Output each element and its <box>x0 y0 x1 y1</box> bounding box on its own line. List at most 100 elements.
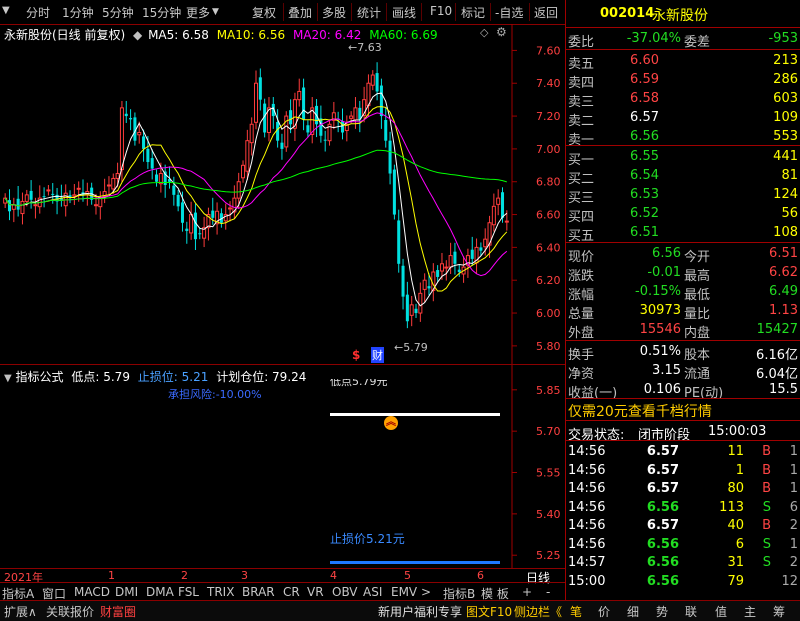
promo-row[interactable]: 仅需20元查看千档行情 <box>566 400 800 420</box>
divider <box>566 242 800 243</box>
tab-15min[interactable]: 15分钟 <box>142 4 181 21</box>
candle-body <box>401 265 405 297</box>
bid-price: 6.55 <box>630 149 659 164</box>
more-dropdown-icon[interactable]: ▼ <box>212 7 219 17</box>
overlay-button[interactable]: 叠加 <box>288 4 312 21</box>
tab-dma[interactable]: DMA <box>146 585 174 599</box>
candle-body <box>405 294 409 322</box>
indicator-tick-label: 5.70 <box>536 425 561 438</box>
candle-body <box>124 113 128 117</box>
remove-watchlist-button[interactable]: -自选 <box>495 4 523 21</box>
tick-price: 6.57 <box>646 462 679 478</box>
f10-link[interactable]: 图文F10 <box>466 603 512 620</box>
tab-xi[interactable]: 细 <box>627 603 639 620</box>
tab-shi[interactable]: 势 <box>656 603 668 620</box>
tab-zhu[interactable]: 主 <box>744 603 756 620</box>
candle-body <box>98 197 103 208</box>
tab-cr[interactable]: CR <box>283 585 300 599</box>
tab-zhi[interactable]: 值 <box>715 603 727 620</box>
tab-lian[interactable]: 联 <box>685 603 697 620</box>
tick-row[interactable]: 14:56 6.57 80 B 1 <box>566 479 800 499</box>
tab-obv[interactable]: OBV <box>332 585 358 599</box>
tab-5min[interactable]: 5分钟 <box>102 4 134 21</box>
diamond-icon[interactable]: ◇ <box>480 26 488 39</box>
stat-row: 总量 30973 量比 1.13 <box>566 301 800 322</box>
tab-emv[interactable]: EMV <box>391 585 417 599</box>
tab-chou[interactable]: 筹 <box>773 603 785 620</box>
restore-rights-button[interactable]: 复权 <box>252 4 276 21</box>
ask-row[interactable]: 卖四 6.59 286 <box>566 70 800 91</box>
price-tick-label: 6.40 <box>536 241 561 254</box>
tab-bi[interactable]: 笔 <box>570 603 582 620</box>
ask-row[interactable]: 卖五 6.60 213 <box>566 51 800 72</box>
depth-promo[interactable]: 仅需20元查看千档行情 <box>568 401 712 421</box>
tick-row[interactable]: 15:00 6.56 79 12 <box>566 572 800 592</box>
tick-time: 14:56 <box>568 444 606 459</box>
stat-value: 6.49 <box>769 284 798 299</box>
kline-chart[interactable]: 7.60 7.40 7.20 7.00 6.80 6.60 6.40 6.20 6.00 5.80… <box>0 24 565 364</box>
tab-vr[interactable]: VR <box>307 585 324 599</box>
wealth-circle-button[interactable]: 财富圈 <box>100 603 136 620</box>
tick-time: 14:56 <box>568 518 606 533</box>
ask-row[interactable]: 卖二 6.57 109 <box>566 108 800 129</box>
chevron-up-icon[interactable]: ︽ <box>384 416 398 430</box>
tick-row[interactable]: 14:56 6.57 40 B 2 <box>566 516 800 536</box>
mark-button[interactable]: 标记 <box>461 4 485 21</box>
indicator-title[interactable]: 指标公式 <box>16 370 64 384</box>
expand-button[interactable]: 扩展∧ <box>4 603 37 620</box>
tick-row[interactable]: 14:56 6.57 11 B 1 <box>566 442 800 462</box>
bid-row[interactable]: 买四 6.52 56 <box>566 204 800 225</box>
candle-body <box>379 85 383 117</box>
back-button[interactable]: 返回 <box>534 4 558 21</box>
more-tabs-icon[interactable]: > <box>421 585 431 599</box>
price-tick-label: 6.80 <box>536 176 561 189</box>
sidebar-toggle[interactable]: 侧边栏《 <box>514 603 562 620</box>
tick-row[interactable]: 14:56 6.56 6 S 1 <box>566 535 800 555</box>
tick-row[interactable]: 14:56 6.56 113 S 6 <box>566 498 800 518</box>
tab-fsl[interactable]: FSL <box>178 585 199 599</box>
tab-jia[interactable]: 价 <box>598 603 610 620</box>
promo-link[interactable]: 新用户福利专享 <box>378 603 462 620</box>
candle-body <box>93 204 98 207</box>
candle-body <box>370 74 375 86</box>
remove-window-button[interactable]: - <box>546 585 550 599</box>
ask-row[interactable]: 卖三 6.58 603 <box>566 89 800 110</box>
tab-more[interactable]: 更多 <box>186 4 210 21</box>
bid-volume: 56 <box>781 206 798 221</box>
tab-brar[interactable]: BRAR <box>242 585 275 599</box>
indicator-panel[interactable]: 5.85 5.70 5.55 5.40 5.25 ▼ 指标公式 低点: 5.79 止损位… <box>0 364 565 569</box>
indicator-dropdown-icon[interactable]: ▼ <box>4 373 12 384</box>
tab-trix[interactable]: TRIX <box>207 585 234 599</box>
candle-body <box>384 120 388 141</box>
ask-row[interactable]: 卖一 6.56 553 <box>566 127 800 148</box>
finance-marker[interactable]: 财 <box>371 347 384 363</box>
statistics-button[interactable]: 统计 <box>357 4 381 21</box>
tab-fenshi[interactable]: 分时 <box>26 4 50 21</box>
add-window-button[interactable]: + <box>522 585 532 599</box>
bid-row[interactable]: 买一 6.55 441 <box>566 147 800 168</box>
tab-1min[interactable]: 1分钟 <box>62 4 94 21</box>
bid-row[interactable]: 买三 6.53 124 <box>566 185 800 206</box>
tab-dmi[interactable]: DMI <box>115 585 138 599</box>
settings-icon[interactable]: ⚙ <box>496 25 507 39</box>
tick-row[interactable]: 14:56 6.57 1 B 1 <box>566 461 800 481</box>
related-quotes-button[interactable]: 关联报价 <box>46 603 94 620</box>
candle-body <box>7 200 12 212</box>
dollar-marker-icon[interactable]: $ <box>352 348 360 362</box>
tick-volume: 40 <box>727 518 744 533</box>
tick-row[interactable]: 14:57 6.56 31 S 2 <box>566 553 800 573</box>
indicator-tick-label: 5.55 <box>536 467 561 480</box>
tab-macd[interactable]: MACD <box>74 585 110 599</box>
bid-row[interactable]: 买五 6.51 108 <box>566 223 800 244</box>
position-value: 计划仓位: 79.24 <box>216 370 307 384</box>
bid-row[interactable]: 买二 6.54 81 <box>566 166 800 187</box>
stat-row: 净资 3.15 流通 6.04亿 <box>566 361 800 382</box>
tick-price: 6.56 <box>646 499 679 515</box>
multi-stock-button[interactable]: 多股 <box>322 4 346 21</box>
f10-button[interactable]: F10 <box>430 4 452 18</box>
draw-line-button[interactable]: 画线 <box>392 4 416 21</box>
menu-triangle-icon[interactable]: ▼ <box>2 5 10 16</box>
tab-asi[interactable]: ASI <box>363 585 382 599</box>
tick-price: 6.57 <box>646 518 679 533</box>
settings-triangle-icon[interactable]: ◆ <box>133 28 142 42</box>
